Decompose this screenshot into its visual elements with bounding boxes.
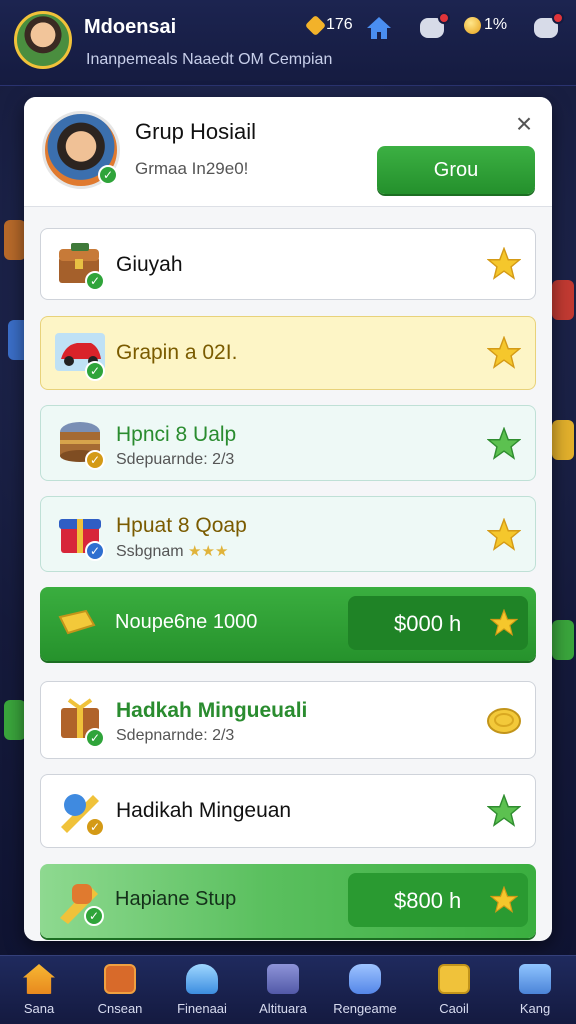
item-title: Grapin a 02I. bbox=[116, 341, 238, 364]
buy-button[interactable]: $000 h bbox=[348, 596, 528, 650]
coin-icon bbox=[464, 16, 481, 34]
star-icon bbox=[489, 885, 519, 920]
home-icon bbox=[23, 964, 55, 994]
star-icon bbox=[486, 793, 522, 828]
item-title: Hpuat 8 Qoap bbox=[116, 514, 247, 537]
coin-icon bbox=[487, 704, 521, 738]
list-item[interactable]: ✓ Hadikah Mingeuan bbox=[40, 774, 536, 848]
bottom-nav: Sana Cnsean Finenaai Altituara Rengeame … bbox=[0, 955, 576, 1024]
check-icon: ✓ bbox=[85, 817, 105, 837]
dialog-header: ✓ Grup Hosiail Grmaa In29e0! × Grou bbox=[24, 97, 552, 207]
chat-icon[interactable] bbox=[420, 12, 450, 40]
item-subtitle: Ssbgnam ★★★ bbox=[116, 542, 228, 561]
nav-item-fish[interactable]: Rengeame bbox=[329, 956, 401, 1024]
star-icon bbox=[486, 426, 522, 461]
list-item[interactable]: ✓ Hpuat 8 Qoap Ssbgnam ★★★ bbox=[40, 496, 536, 572]
price-label: $800 h bbox=[394, 888, 462, 913]
fish-icon bbox=[349, 964, 381, 994]
item-subtitle: Sdepuarnde: 2/3 bbox=[116, 451, 235, 468]
nav-item-list[interactable]: Kang bbox=[499, 956, 571, 1024]
gem-icon bbox=[304, 14, 327, 36]
background-decoration bbox=[4, 220, 26, 260]
check-icon: ✓ bbox=[85, 361, 105, 381]
list-item[interactable]: ✓ Grapin a 02I. bbox=[40, 316, 536, 390]
dialog-subtitle: Grmaa In29e0! bbox=[135, 159, 249, 178]
nav-label: Altituara bbox=[259, 1001, 307, 1016]
gold-bar-icon bbox=[56, 603, 96, 643]
mail-icon bbox=[438, 964, 470, 994]
item-title: Giuyah bbox=[116, 253, 183, 276]
star-icon bbox=[486, 517, 522, 552]
offer-row[interactable]: ✓ Hapiane Stup $800 h bbox=[40, 864, 536, 938]
background-decoration bbox=[4, 700, 26, 740]
rating-stars-icon: ★★★ bbox=[188, 543, 229, 560]
nav-item-mail[interactable]: Caoil bbox=[418, 956, 490, 1024]
check-icon: ✓ bbox=[85, 450, 105, 470]
home-icon[interactable] bbox=[366, 16, 392, 40]
nav-label: Caoil bbox=[439, 1001, 469, 1016]
event-icon bbox=[186, 964, 218, 994]
list-item[interactable]: ✓ Hadkah Mingueuali Sdepnarnde: 2/3 bbox=[40, 681, 536, 759]
nav-label: Kang bbox=[519, 1001, 551, 1016]
player-avatar[interactable] bbox=[14, 11, 72, 69]
dialog-title: Grup Hosiail bbox=[135, 119, 257, 144]
top-bar: Mdoensai Inanpemeals Naaedt OM Cempian 1… bbox=[0, 0, 576, 86]
nav-label: Sana bbox=[23, 1001, 55, 1016]
offer-title: Hapiane Stup bbox=[115, 888, 237, 910]
group-button[interactable]: Grou bbox=[377, 146, 535, 194]
item-title: Hadkah Mingueuali bbox=[116, 699, 308, 722]
list-icon bbox=[519, 964, 551, 994]
item-subtitle-text: Ssbgnam bbox=[116, 543, 184, 560]
nav-item-home[interactable]: Sana bbox=[3, 956, 75, 1024]
nav-item-shop[interactable]: Cnsean bbox=[84, 956, 156, 1024]
coin-counter[interactable]: 1% bbox=[464, 16, 507, 34]
offer-row[interactable]: Noupe6ne 1000 $000 h bbox=[40, 587, 536, 661]
nav-label: Cnsean bbox=[97, 1001, 143, 1016]
gem-counter[interactable]: 176 bbox=[304, 14, 353, 36]
shop-icon bbox=[104, 964, 136, 994]
star-icon bbox=[489, 608, 519, 643]
check-icon: ✓ bbox=[85, 271, 105, 291]
list-item[interactable]: ✓ Giuyah bbox=[40, 228, 536, 300]
star-icon bbox=[486, 246, 522, 281]
layers-icon bbox=[267, 964, 299, 994]
notification-icon[interactable] bbox=[534, 12, 564, 40]
buy-button[interactable]: $800 h bbox=[348, 873, 528, 927]
nav-label: Rengeame bbox=[333, 1001, 397, 1016]
background-decoration bbox=[552, 420, 574, 460]
price-label: $000 h bbox=[394, 611, 462, 636]
check-icon: ✓ bbox=[85, 541, 105, 561]
list-item[interactable]: ✓ Hpnci 8 Ualp Sdepuarnde: 2/3 bbox=[40, 405, 536, 481]
item-subtitle: Sdepnarnde: 2/3 bbox=[116, 727, 235, 744]
nav-item-layers[interactable]: Altituara bbox=[247, 956, 319, 1024]
check-icon: ✓ bbox=[85, 728, 105, 748]
item-title: Hpnci 8 Ualp bbox=[116, 423, 237, 446]
item-title: Hadikah Mingeuan bbox=[116, 799, 292, 822]
player-name: Mdoensai bbox=[84, 16, 177, 38]
background-decoration bbox=[552, 280, 574, 320]
nav-label: Finenaai bbox=[177, 1001, 227, 1016]
player-subtitle: Inanpemeals Naaedt OM Cempian bbox=[86, 51, 333, 68]
gem-count: 176 bbox=[326, 16, 353, 33]
offer-title: Noupe6ne 1000 bbox=[115, 611, 258, 633]
star-icon bbox=[486, 335, 522, 370]
group-dialog: ✓ Grup Hosiail Grmaa In29e0! × Grou ✓ Gi… bbox=[24, 97, 552, 941]
background-decoration bbox=[552, 620, 574, 660]
nav-item-event[interactable]: Finenaai bbox=[166, 956, 238, 1024]
close-icon[interactable]: × bbox=[510, 110, 538, 139]
coin-count: 1% bbox=[484, 16, 508, 33]
check-icon: ✓ bbox=[84, 906, 104, 926]
check-icon: ✓ bbox=[98, 165, 118, 185]
